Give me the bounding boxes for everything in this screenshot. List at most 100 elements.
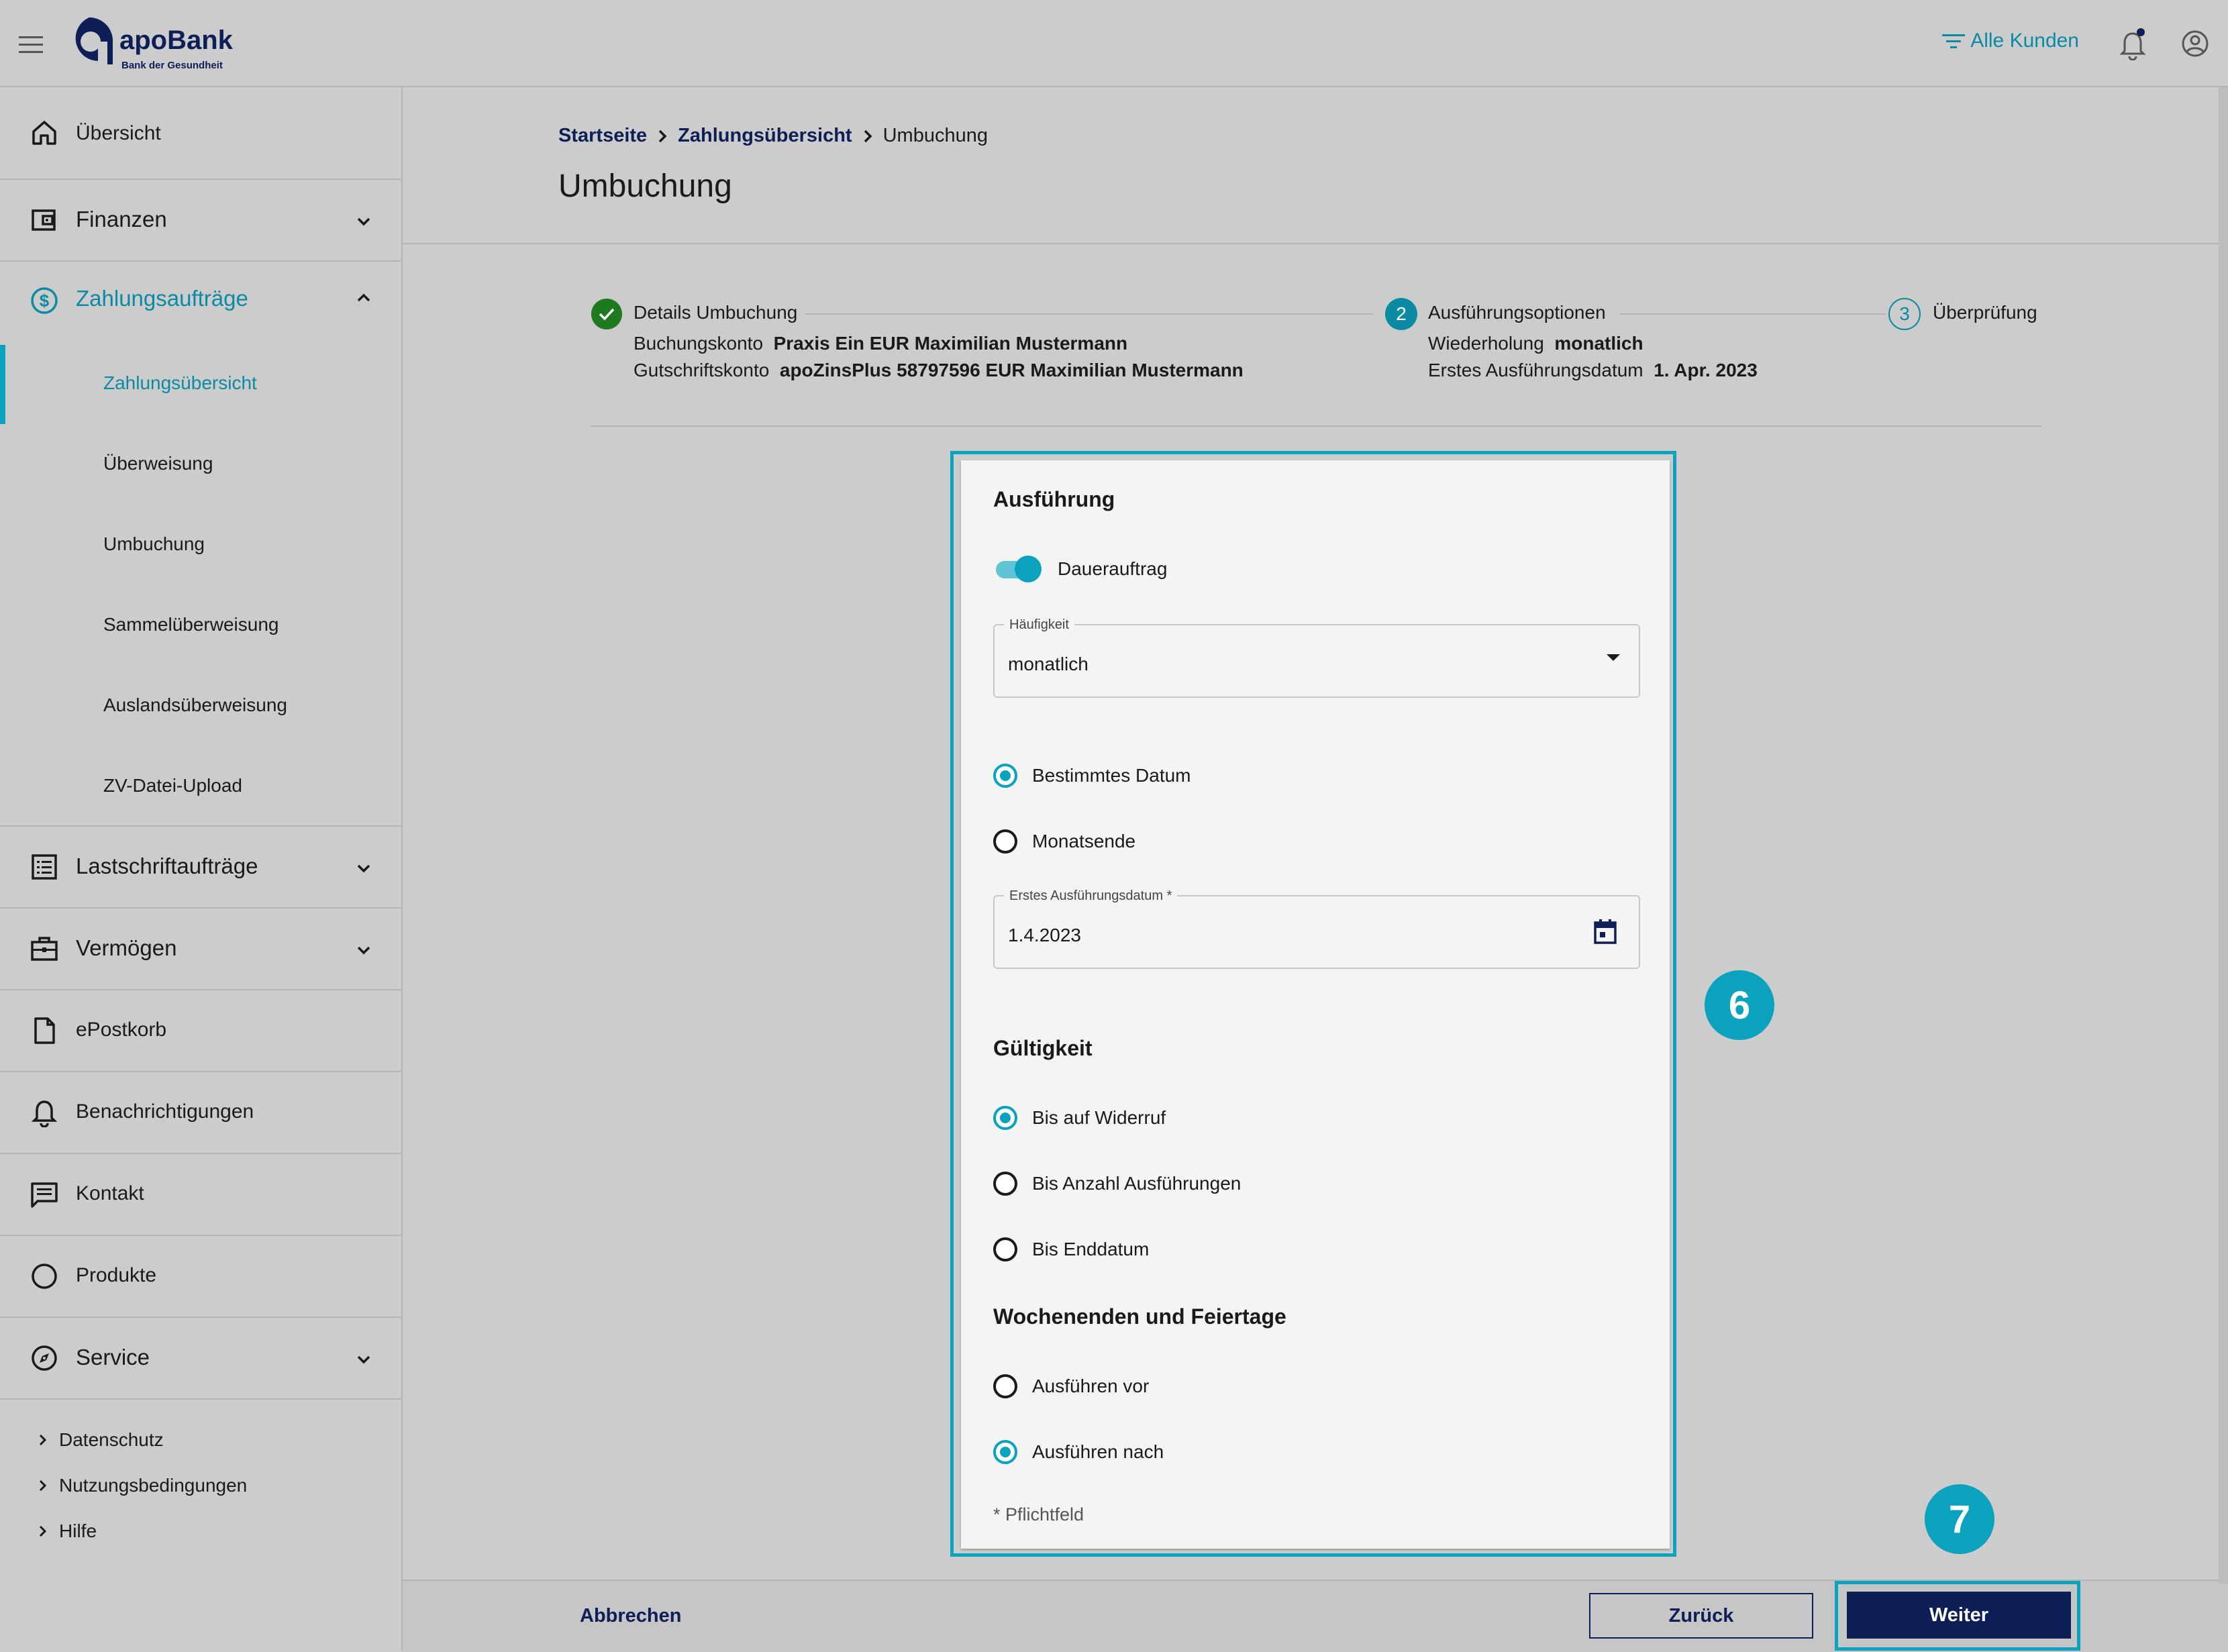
apobank-logo-icon[interactable]	[64, 15, 114, 67]
step-2-number: 2	[1385, 298, 1417, 330]
next-button-label: Weiter	[1929, 1604, 1989, 1626]
sidebar-item-service[interactable]: Service	[0, 1318, 401, 1400]
cancel-button[interactable]: Abbrechen	[580, 1605, 681, 1627]
sidebar-item-epostkorb[interactable]: ePostkorb	[0, 990, 401, 1072]
radio-label: Bis auf Widerruf	[1032, 1107, 1166, 1128]
next-button[interactable]: Weiter	[1847, 1592, 2071, 1639]
chevron-down-icon	[352, 209, 376, 234]
execution-options-card: Ausführung Dauerauftrag Häufigkeit monat…	[961, 460, 1670, 1549]
sidebar-subitem-zahlungsuebersicht[interactable]: Zahlungsübersicht	[0, 344, 401, 424]
step-connector	[805, 313, 1373, 315]
radio-bis-auf-widerruf[interactable]: Bis auf Widerruf	[993, 1106, 1166, 1130]
page-title: Umbuchung	[558, 168, 732, 204]
back-button-label: Zurück	[1668, 1604, 1734, 1627]
calendar-icon[interactable]	[1593, 918, 1617, 945]
home-icon	[30, 118, 59, 148]
detail-label: Erstes Ausführungsdatum	[1428, 360, 1643, 380]
footer-link-nutzungsbedingungen[interactable]: Nutzungsbedingungen	[38, 1475, 247, 1496]
footer-link-datenschutz[interactable]: Datenschutz	[38, 1429, 164, 1451]
section-title-wochenenden: Wochenenden und Feiertage	[993, 1304, 1286, 1329]
sidebar-subitem-auslandsueberweisung[interactable]: Auslandsüberweisung	[0, 666, 401, 746]
sidebar-item-kontakt[interactable]: Kontakt	[0, 1154, 401, 1236]
wallet-icon	[30, 205, 59, 235]
field-label: Häufigkeit	[1004, 617, 1074, 633]
step-2-detail-row: Wiederholung monatlich	[1428, 333, 1643, 354]
radio-selected-icon	[993, 1440, 1017, 1464]
sidebar-subitem-label: Überweisung	[103, 453, 213, 474]
sidebar-subitem-umbuchung[interactable]: Umbuchung	[0, 505, 401, 585]
breadcrumb-startseite[interactable]: Startseite	[558, 125, 647, 147]
account-icon[interactable]	[2181, 30, 2209, 58]
sidebar-subitem-label: Umbuchung	[103, 533, 205, 554]
sidebar-subitem-sammelueberweisung[interactable]: Sammelüberweisung	[0, 585, 401, 666]
customer-filter-link[interactable]: Alle Kunden	[1942, 30, 2079, 52]
radio-label: Bis Anzahl Ausführungen	[1032, 1173, 1242, 1194]
detail-value: monatlich	[1554, 333, 1643, 354]
divider	[591, 425, 2041, 427]
step-3-number: 3	[1888, 298, 1921, 330]
field-label: Erstes Ausführungsdatum *	[1004, 888, 1178, 904]
footer-link-hilfe[interactable]: Hilfe	[38, 1520, 97, 1542]
sidebar-item-label: Zahlungsaufträge	[76, 286, 248, 311]
first-execution-date-field[interactable]: Erstes Ausführungsdatum * 1.4.2023	[993, 888, 1640, 969]
breadcrumb: Startseite Zahlungsübersicht Umbuchung	[558, 125, 988, 147]
frequency-select[interactable]: Häufigkeit monatlich	[993, 617, 1640, 698]
sidebar-item-benachrichtigungen[interactable]: Benachrichtigungen	[0, 1072, 401, 1154]
divider	[403, 243, 2228, 244]
sidebar-item-label: Finanzen	[76, 207, 167, 231]
logo-name: apoBank	[119, 25, 233, 55]
sidebar-item-lastschriftauftraege[interactable]: Lastschriftaufträge	[0, 827, 401, 909]
document-icon	[30, 1016, 59, 1045]
radio-ausfuehren-vor[interactable]: Ausführen vor	[993, 1374, 1149, 1398]
sidebar-item-label: Vermögen	[76, 935, 177, 960]
radio-monatsende[interactable]: Monatsende	[993, 829, 1135, 854]
step-2-title: Ausführungsoptionen	[1428, 302, 1606, 323]
step-connector	[1620, 313, 1886, 315]
customer-filter-label: Alle Kunden	[1970, 30, 2079, 52]
radio-bestimmtes-datum[interactable]: Bestimmtes Datum	[993, 764, 1191, 788]
sidebar: Übersicht Finanzen $ Zahlungsaufträge Za…	[0, 87, 403, 1651]
back-button[interactable]: Zurück	[1589, 1593, 1813, 1639]
toggle-label: Dauerauftrag	[1058, 558, 1168, 579]
chevron-down-icon	[352, 938, 376, 962]
radio-ausfuehren-nach[interactable]: Ausführen nach	[993, 1440, 1164, 1464]
filter-icon	[1942, 32, 1966, 50]
compass-icon	[30, 1343, 59, 1373]
detail-value: Praxis Ein EUR Maximilian Mustermann	[773, 333, 1128, 354]
toggle-switch[interactable]	[993, 554, 1044, 584]
sidebar-subitem-ueberweisung[interactable]: Überweisung	[0, 424, 401, 505]
annotation-badge-6: 6	[1705, 970, 1774, 1040]
section-title-ausfuehrung: Ausführung	[993, 487, 1115, 511]
radio-bis-anzahl-ausfuehrungen[interactable]: Bis Anzahl Ausführungen	[993, 1172, 1241, 1196]
scrollbar[interactable]	[2219, 87, 2228, 1584]
footer-link-label: Hilfe	[59, 1520, 97, 1541]
bell-icon[interactable]	[2118, 28, 2147, 60]
radio-label: Bis Enddatum	[1032, 1239, 1150, 1259]
bell-icon	[30, 1098, 59, 1127]
detail-value: apoZinsPlus 58797596 EUR Maximilian Must…	[779, 360, 1244, 380]
step-1-check-icon	[591, 298, 623, 330]
sidebar-subitem-label: ZV-Datei-Upload	[103, 775, 242, 796]
breadcrumb-zahlungsuebersicht[interactable]: Zahlungsübersicht	[678, 125, 852, 147]
sidebar-item-finanzen[interactable]: Finanzen	[0, 180, 401, 262]
field-value: 1.4.2023	[1008, 925, 1081, 945]
step-3-title: Überprüfung	[1933, 302, 2037, 323]
radio-bis-enddatum[interactable]: Bis Enddatum	[993, 1237, 1149, 1261]
step-1-detail-row: Gutschriftskonto apoZinsPlus 58797596 EU…	[634, 360, 1244, 381]
sidebar-item-zahlungsauftraege[interactable]: $ Zahlungsaufträge	[0, 262, 401, 338]
sidebar-item-uebersicht[interactable]: Übersicht	[0, 87, 401, 180]
field-value: monatlich	[1008, 654, 1088, 674]
radio-unselected-icon	[993, 1237, 1017, 1261]
list-icon	[30, 852, 59, 882]
required-field-note: * Pflichtfeld	[993, 1504, 1084, 1525]
menu-icon[interactable]	[17, 34, 46, 55]
sidebar-item-label: Service	[76, 1345, 150, 1370]
sidebar-item-produkte[interactable]: Produkte	[0, 1236, 401, 1318]
sidebar-subitem-zv-datei-upload[interactable]: ZV-Datei-Upload	[0, 746, 401, 827]
radio-label: Ausführen vor	[1032, 1376, 1150, 1396]
sidebar-item-vermoegen[interactable]: Vermögen	[0, 909, 401, 990]
chevron-down-icon	[352, 856, 376, 880]
footer-link-label: Datenschutz	[59, 1429, 164, 1450]
sidebar-item-label: ePostkorb	[76, 1019, 167, 1041]
dauerauftrag-toggle[interactable]: Dauerauftrag	[993, 554, 1167, 584]
